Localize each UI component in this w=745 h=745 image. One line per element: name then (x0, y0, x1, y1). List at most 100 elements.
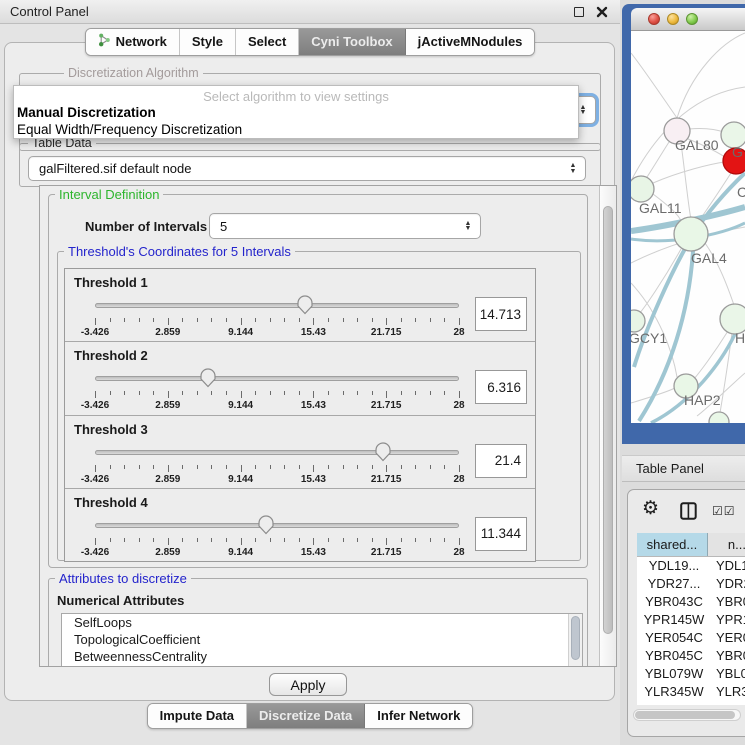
cell-name[interactable]: YBR0 (711, 647, 745, 665)
tab-infer-network[interactable]: Infer Network (365, 704, 472, 728)
list-item[interactable]: TopologicalCoefficient (62, 631, 582, 648)
list-scrollbar[interactable] (568, 614, 582, 667)
settings-scrollpane: Interval Definition Number of Intervals … (39, 185, 617, 667)
table-row[interactable]: YDR27...YDR2 (637, 575, 745, 593)
tab-network[interactable]: Network (86, 29, 180, 55)
tab-label: Infer Network (377, 708, 460, 723)
horizontal-scrollbar-thumb[interactable] (635, 711, 735, 719)
slider-thumb[interactable] (199, 368, 216, 388)
column-header-shared[interactable]: shared... (637, 533, 708, 556)
table-row[interactable]: YLR345WYLR3 (637, 683, 745, 701)
network-node[interactable] (674, 217, 708, 251)
number-of-intervals-value: 5 (210, 219, 461, 234)
slider-track[interactable] (95, 523, 459, 528)
control-panel-tabbar: NetworkStyle Select Cyni Toolbox jActiveMNo… (0, 28, 620, 56)
threshold-value-field[interactable]: 14.713 (475, 297, 527, 331)
column-icon[interactable] (680, 502, 697, 523)
cell-shared-name[interactable]: YBL079W (637, 665, 711, 683)
number-of-intervals-combobox[interactable]: 5 ▲▼ (209, 213, 481, 239)
cell-name[interactable]: YPR1 (711, 611, 745, 629)
threshold-slider[interactable]: -3.4262.8599.14415.4321.71528 (95, 367, 459, 413)
slider-thumb[interactable] (374, 442, 391, 462)
slider-tick-labels: -3.4262.8599.14415.4321.71528 (95, 474, 459, 486)
cell-name[interactable]: YER0 (711, 629, 745, 647)
tab-discretize-data[interactable]: Discretize Data (247, 704, 365, 728)
vertical-scrollbar-thumb[interactable] (603, 206, 613, 634)
network-node[interactable] (709, 412, 729, 423)
cell-shared-name[interactable]: YDR27... (637, 575, 711, 593)
cell-shared-name[interactable]: YDL19... (637, 557, 711, 575)
network-canvas[interactable]: GAL80GCGAL11GAL4GCY1HHAP2 (631, 31, 745, 423)
slider-tick-labels: -3.4262.8599.14415.4321.71528 (95, 327, 459, 339)
cell-name[interactable]: YBR0 (711, 593, 745, 611)
slider-thumb[interactable] (297, 295, 314, 315)
table-row[interactable]: YPR145WYPR1 (637, 611, 745, 629)
cell-shared-name[interactable]: YIL052C (637, 701, 711, 705)
slider-track[interactable] (95, 450, 459, 455)
cell-shared-name[interactable]: YBR045C (637, 647, 711, 665)
tab-cyni-toolbox[interactable]: Cyni Toolbox (299, 29, 405, 55)
cell-name[interactable]: YDR2 (711, 575, 745, 593)
tab-jactivemnodules[interactable]: jActiveMNodules (406, 29, 535, 55)
table-row[interactable]: YBR043CYBR0 (637, 593, 745, 611)
table-rows: YDL19...YDL1YDR27...YDR2YBR043CYBR0YPR14… (637, 557, 745, 705)
list-scrollbar-thumb[interactable] (571, 616, 580, 660)
tab-label: Select (248, 34, 286, 49)
cell-shared-name[interactable]: YPR145W (637, 611, 711, 629)
table-data-combobox[interactable]: galFiltered.sif default node ▲▼ (28, 156, 586, 181)
threshold-slider[interactable]: -3.4262.8599.14415.4321.71528 (95, 441, 459, 487)
interval-definition-label: Interval Definition (55, 187, 163, 202)
slider-track[interactable] (95, 376, 459, 381)
numerical-attributes-label: Numerical Attributes (57, 593, 184, 608)
tab-label: jActiveMNodules (418, 34, 523, 49)
network-node[interactable] (631, 310, 645, 332)
network-view-window: GAL80GCGAL11GAL4GCY1HHAP2 (622, 4, 745, 444)
tab-impute-data[interactable]: Impute Data (148, 704, 247, 728)
network-node[interactable] (631, 176, 654, 202)
threshold-label: Threshold 3 (74, 422, 148, 437)
slider-track[interactable] (95, 303, 459, 308)
tab-select[interactable]: Select (236, 29, 299, 55)
table-row[interactable]: YER054CYER0 (637, 629, 745, 647)
threshold-value-field[interactable]: 11.344 (475, 517, 527, 551)
table-row[interactable]: YDL19...YDL1 (637, 557, 745, 575)
checkbox-icon[interactable]: ☑☑ (712, 504, 736, 518)
column-header-name[interactable]: n... (708, 533, 745, 556)
threshold-label: Threshold 2 (74, 348, 148, 363)
network-icon (98, 33, 111, 50)
list-item[interactable]: SelfLoops (62, 614, 582, 631)
cell-name[interactable]: YBL0 (711, 665, 745, 683)
algorithm-option-manual[interactable]: Manual Discretization (14, 104, 578, 121)
threshold-slider[interactable]: -3.4262.8599.14415.4321.71528 (95, 514, 459, 560)
slider-thumb[interactable] (258, 515, 275, 535)
vertical-scrollbar[interactable] (599, 186, 616, 666)
apply-button[interactable]: Apply (269, 673, 347, 696)
zoom-traffic-light-icon[interactable] (686, 13, 698, 25)
threshold-slider[interactable]: -3.4262.8599.14415.4321.71528 (95, 294, 459, 340)
list-item[interactable]: BetweennessCentrality (62, 648, 582, 665)
threshold-value-field[interactable]: 21.4 (475, 444, 527, 478)
threshold-panel: Threshold 2 -3.4262.8599.14415.4321.7152… (65, 341, 535, 414)
cell-name[interactable]: YDL1 (711, 557, 745, 575)
network-node-label: HAP2 (684, 392, 721, 408)
algorithm-option-equal-width[interactable]: Equal Width/Frequency Discretization (14, 121, 578, 138)
network-node-label: GCY1 (631, 330, 667, 346)
cell-shared-name[interactable]: YLR345W (637, 683, 711, 701)
cell-shared-name[interactable]: YBR043C (637, 593, 711, 611)
horizontal-scrollbar[interactable] (633, 709, 741, 721)
cell-shared-name[interactable]: YER054C (637, 629, 711, 647)
close-icon[interactable] (596, 6, 608, 18)
table-row[interactable]: YBR045CYBR0 (637, 647, 745, 665)
cell-name[interactable]: YIL0 (711, 701, 745, 705)
cell-name[interactable]: YLR3 (711, 683, 745, 701)
gear-icon[interactable]: ⚙ (642, 498, 659, 520)
close-traffic-light-icon[interactable] (648, 13, 660, 25)
float-icon[interactable] (574, 7, 584, 17)
table-row[interactable]: YBL079WYBL0 (637, 665, 745, 683)
tab-style[interactable]: Style (180, 29, 236, 55)
threshold-value-field[interactable]: 6.316 (475, 370, 527, 404)
minimize-traffic-light-icon[interactable] (667, 13, 679, 25)
network-window-titlebar (631, 8, 745, 31)
network-node-label: GAL11 (639, 200, 682, 216)
table-row[interactable]: YIL052CYIL0 (637, 701, 745, 705)
